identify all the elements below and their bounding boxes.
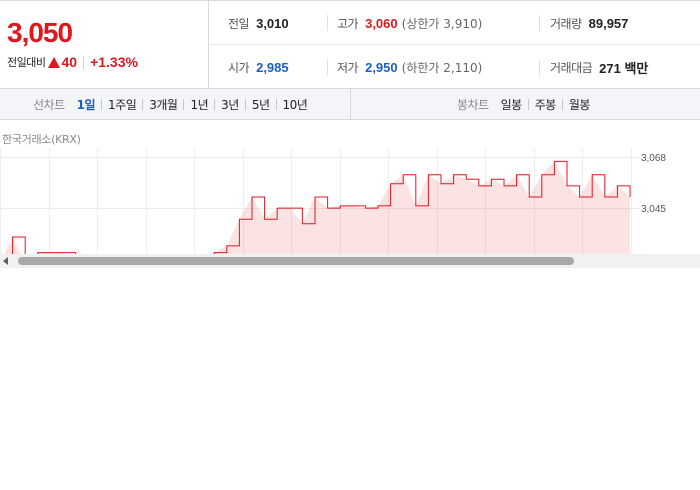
upper-limit: (상한가 3,910) — [401, 16, 483, 31]
y-tick-label: 3,045 — [641, 204, 666, 215]
change-label: 전일대비 — [7, 56, 46, 69]
stat-low: 저가 2,950 (하한가 2,110) — [337, 45, 482, 89]
divider — [183, 98, 185, 110]
divider — [83, 55, 85, 69]
stat-high: 고가 3,060 (상한가 3,910) — [337, 1, 482, 45]
price-chart: 3,0683,0453,023 — [0, 148, 700, 254]
divider — [527, 98, 529, 110]
data-source: 한국거래소(KRX) — [2, 133, 81, 146]
stat-value: 2,985 — [256, 59, 289, 75]
candle-chart-label: 봉차트 — [457, 97, 489, 112]
divider — [244, 98, 246, 110]
divider — [142, 98, 144, 110]
quote-panel: 3,050 전일대비 40 +1.33% 전일 3,010 고가 3,060 ( — [0, 0, 700, 89]
divider — [214, 98, 216, 110]
horizontal-scrollbar[interactable] — [0, 254, 700, 268]
lower-limit: (하한가 2,110) — [401, 60, 483, 75]
line-chart-label: 선차트 — [33, 97, 65, 112]
chart-marks — [4, 160, 631, 254]
stat-label: 저가 — [337, 60, 359, 75]
price-box: 3,050 전일대비 40 +1.33% — [0, 1, 209, 89]
stats-row: 전일 3,010 고가 3,060 (상한가 3,910) 거래량 89,957 — [210, 1, 700, 45]
stat-amount: 거래대금 271 백만 — [550, 45, 648, 89]
divider — [539, 15, 540, 31]
stat-value: 89,957 — [588, 15, 629, 31]
tab-5-years[interactable]: 5년 — [252, 96, 270, 113]
tab-1-week[interactable]: 1주일 — [108, 96, 137, 113]
scroll-thumb[interactable] — [18, 257, 574, 265]
tab-monthly[interactable]: 월봉 — [569, 96, 591, 113]
divider — [539, 59, 540, 75]
change-rate: +1.33% — [90, 54, 138, 70]
divider — [101, 98, 103, 110]
stat-value: 271 백만 — [599, 60, 649, 76]
tab-1-year[interactable]: 1년 — [190, 96, 208, 113]
tab-10-years[interactable]: 10년 — [283, 96, 308, 113]
divider — [327, 15, 328, 31]
stock-quote-widget: 3,050 전일대비 40 +1.33% 전일 3,010 고가 3,060 ( — [0, 0, 700, 490]
candle-chart-tabs: 봉차트 일봉 주봉 월봉 — [351, 89, 700, 119]
stat-label: 거래량 — [550, 16, 582, 31]
stats-row: 시가 2,985 저가 2,950 (하한가 2,110) 거래대금 271 백… — [210, 45, 700, 89]
divider — [561, 98, 563, 110]
stats-table: 전일 3,010 고가 3,060 (상한가 3,910) 거래량 89,957… — [210, 1, 700, 89]
stat-value: 3,060 — [365, 15, 398, 31]
stat-label: 고가 — [337, 16, 359, 31]
scroll-left-arrow-icon[interactable] — [3, 257, 8, 265]
current-price: 3,050 — [7, 17, 73, 48]
divider — [275, 98, 277, 110]
tab-3-years[interactable]: 3년 — [221, 96, 239, 113]
divider — [327, 59, 328, 75]
stat-label: 전일 — [228, 16, 250, 31]
y-tick-label: 3,068 — [641, 153, 666, 164]
chart-svg: 3,0683,0453,023 — [0, 148, 666, 254]
tab-1-day[interactable]: 1일 — [77, 96, 96, 113]
stat-label: 시가 — [228, 60, 250, 75]
up-triangle-icon — [48, 56, 61, 68]
stat-value: 3,010 — [256, 15, 289, 31]
tab-daily[interactable]: 일봉 — [501, 96, 523, 113]
line-chart-tabs: 선차트 1일 1주일 3개월 1년 3년 5년 10년 — [0, 89, 351, 119]
stat-prev-close: 전일 3,010 — [228, 1, 289, 45]
change-row: 전일대비 40 +1.33% — [7, 54, 138, 70]
tab-weekly[interactable]: 주봉 — [535, 96, 557, 113]
tab-3-months[interactable]: 3개월 — [149, 96, 178, 113]
change-value: 40 — [61, 54, 78, 70]
stat-label: 거래대금 — [550, 60, 593, 75]
y-axis: 3,0683,0453,023 — [641, 153, 666, 254]
stat-volume: 거래량 89,957 — [550, 1, 628, 45]
period-bar: 선차트 1일 1주일 3개월 1년 3년 5년 10년 봉차트 일봉 주봉 월봉 — [0, 89, 700, 120]
stat-open: 시가 2,985 — [228, 45, 289, 89]
stat-value: 2,950 — [365, 59, 398, 75]
